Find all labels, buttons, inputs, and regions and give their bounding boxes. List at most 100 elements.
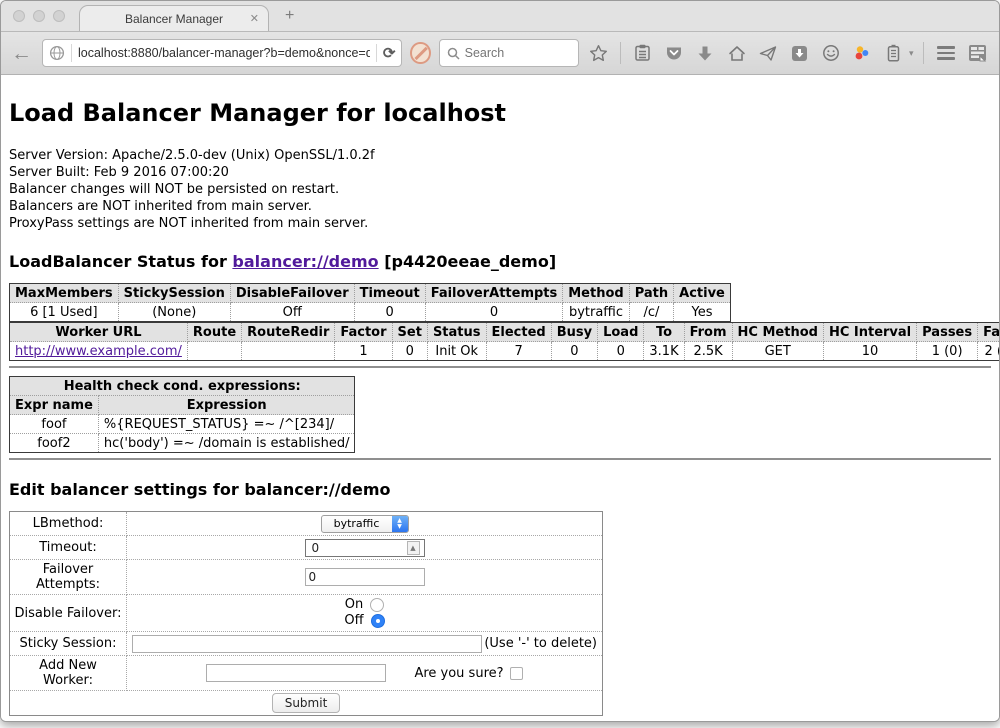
worker-cell: 0 — [598, 342, 644, 361]
forum-smiley-icon[interactable] — [819, 44, 842, 62]
toolbar-divider — [620, 42, 621, 64]
add-worker-input[interactable] — [206, 664, 386, 682]
failover-attempts-input[interactable]: 0 — [305, 568, 425, 586]
menu-icon[interactable] — [934, 46, 957, 60]
tab-balancer-manager[interactable]: Balancer Manager ✕ — [79, 5, 269, 31]
worker-table: Worker URLRouteRouteRedirFactorSetStatus… — [9, 322, 999, 361]
sidebar-grid-icon[interactable] — [966, 44, 989, 62]
worker-col-header: HC Interval — [823, 323, 916, 342]
worker-col-header: Set — [392, 323, 427, 342]
tab-title: Balancer Manager — [125, 12, 223, 26]
worker-col-header: Passes — [917, 323, 978, 342]
home-icon[interactable] — [725, 45, 748, 62]
balancer-col-header: StickySession — [118, 284, 230, 303]
search-bar[interactable] — [439, 39, 579, 67]
balancer-col-header: Active — [674, 284, 731, 303]
minimize-window-button[interactable] — [33, 10, 45, 22]
worker-col-header: Fails — [978, 323, 999, 342]
edit-balancer-form: LBmethod: bytraffic ▲▼ Timeout: 0 ▲ — [9, 511, 603, 716]
lbmethod-select[interactable]: bytraffic ▲▼ — [321, 515, 409, 533]
sticky-session-label: Sticky Session: — [10, 632, 127, 656]
radio-on[interactable] — [370, 598, 384, 612]
health-row-foof2: foof2 hc('body') =~ /domain is establish… — [10, 434, 355, 453]
url-input[interactable] — [78, 46, 370, 60]
worker-url-cell: http://www.example.com/ — [10, 342, 188, 361]
server-info: Server Version: Apache/2.5.0-dev (Unix) … — [9, 147, 991, 232]
search-input[interactable] — [465, 46, 571, 60]
timeout-row: Timeout: 0 ▲ — [10, 536, 603, 560]
balancer-col-header: MaxMembers — [10, 284, 119, 303]
download-box-icon[interactable] — [788, 45, 811, 62]
sticky-session-input[interactable] — [132, 635, 482, 653]
timeout-input[interactable]: 0 ▲ — [305, 539, 425, 557]
worker-cell: 10 — [823, 342, 916, 361]
expression-cell: hc('body') =~ /domain is established/ — [98, 434, 355, 453]
back-icon[interactable]: ← — [11, 43, 32, 64]
url-divider-right — [376, 44, 377, 62]
extension-dots-icon[interactable] — [850, 44, 873, 62]
url-bar[interactable]: ⟳ — [42, 39, 402, 67]
health-col-header: Expression — [98, 396, 355, 415]
worker-url-link[interactable]: http://www.example.com/ — [15, 344, 182, 359]
balancer-cell: 6 [1 Used] — [10, 303, 119, 322]
server-version-line: Server Version: Apache/2.5.0-dev (Unix) … — [9, 147, 991, 164]
balancer-cell: Yes — [674, 303, 731, 322]
worker-col-header: Worker URL — [10, 323, 188, 342]
are-you-sure-checkbox[interactable] — [510, 667, 523, 680]
downloads-icon[interactable] — [694, 45, 717, 62]
timeout-value: 0 — [309, 541, 407, 555]
disable-failover-row: Disable Failover: On Off — [10, 595, 603, 632]
page-title: Load Balancer Manager for localhost — [9, 99, 991, 127]
new-tab-button[interactable]: + — [285, 7, 294, 25]
balancer-status-table: MaxMembersStickySessionDisableFailoverTi… — [9, 283, 731, 322]
worker-col-header: From — [684, 323, 732, 342]
worker-cell: 0 — [392, 342, 427, 361]
sticky-session-note: (Use '-' to delete) — [484, 636, 597, 651]
worker-cell — [242, 342, 335, 361]
battery-icon[interactable] — [882, 44, 905, 62]
worker-col-header: Factor — [335, 323, 392, 342]
worker-cell: 1 — [335, 342, 392, 361]
dropdown-caret-icon[interactable]: ▾ — [909, 48, 914, 59]
reload-icon[interactable]: ⟳ — [383, 44, 396, 62]
section-divider-1 — [9, 366, 991, 368]
worker-cell: 0 — [551, 342, 597, 361]
balancer-demo-link[interactable]: balancer://demo — [232, 252, 378, 271]
reading-list-icon[interactable] — [631, 44, 654, 62]
timeout-label: Timeout: — [10, 536, 127, 560]
balancer-col-header: Method — [563, 284, 629, 303]
number-spinner-icon[interactable]: ▲ — [407, 541, 420, 555]
zoom-window-button[interactable] — [53, 10, 65, 22]
worker-cell: 2 (0) — [978, 342, 999, 361]
balancer-cell: Off — [230, 303, 354, 322]
health-table-title: Health check cond. expressions: — [10, 377, 355, 396]
bookmark-star-icon[interactable] — [587, 44, 610, 63]
worker-cell: 3.1K — [644, 342, 684, 361]
worker-cell: 1 (0) — [917, 342, 978, 361]
worker-col-header: Elected — [486, 323, 551, 342]
submit-button[interactable]: Submit — [272, 693, 341, 713]
pocket-icon[interactable] — [662, 45, 685, 62]
server-built-line: Server Built: Feb 9 2016 07:00:20 — [9, 164, 991, 181]
block-icon[interactable] — [410, 42, 430, 64]
browser-window: Balancer Manager ✕ + ← ⟳ — [0, 0, 1000, 722]
loadbalancer-status-heading: LoadBalancer Status for balancer://demo … — [9, 252, 991, 271]
inherit-note-line: Balancers are NOT inherited from main se… — [9, 198, 991, 215]
worker-cell: Init Ok — [427, 342, 486, 361]
url-divider — [71, 44, 72, 62]
worker-cell — [187, 342, 241, 361]
radio-off[interactable] — [371, 614, 385, 628]
expr-name-cell: foof — [10, 415, 99, 434]
worker-col-header: Status — [427, 323, 486, 342]
worker-cell: 7 — [486, 342, 551, 361]
sticky-session-row: Sticky Session: (Use '-' to delete) — [10, 632, 603, 656]
health-check-table: Health check cond. expressions: Expr nam… — [9, 376, 355, 453]
tab-strip: Balancer Manager ✕ + — [1, 1, 999, 31]
balancer-cell: bytraffic — [563, 303, 629, 322]
tab-close-icon[interactable]: ✕ — [250, 12, 259, 25]
close-window-button[interactable] — [13, 10, 25, 22]
select-stepper-icon: ▲▼ — [392, 516, 408, 532]
persist-note-line: Balancer changes will NOT be persisted o… — [9, 181, 991, 198]
send-tab-icon[interactable] — [756, 45, 779, 62]
balancer-col-header: DisableFailover — [230, 284, 354, 303]
